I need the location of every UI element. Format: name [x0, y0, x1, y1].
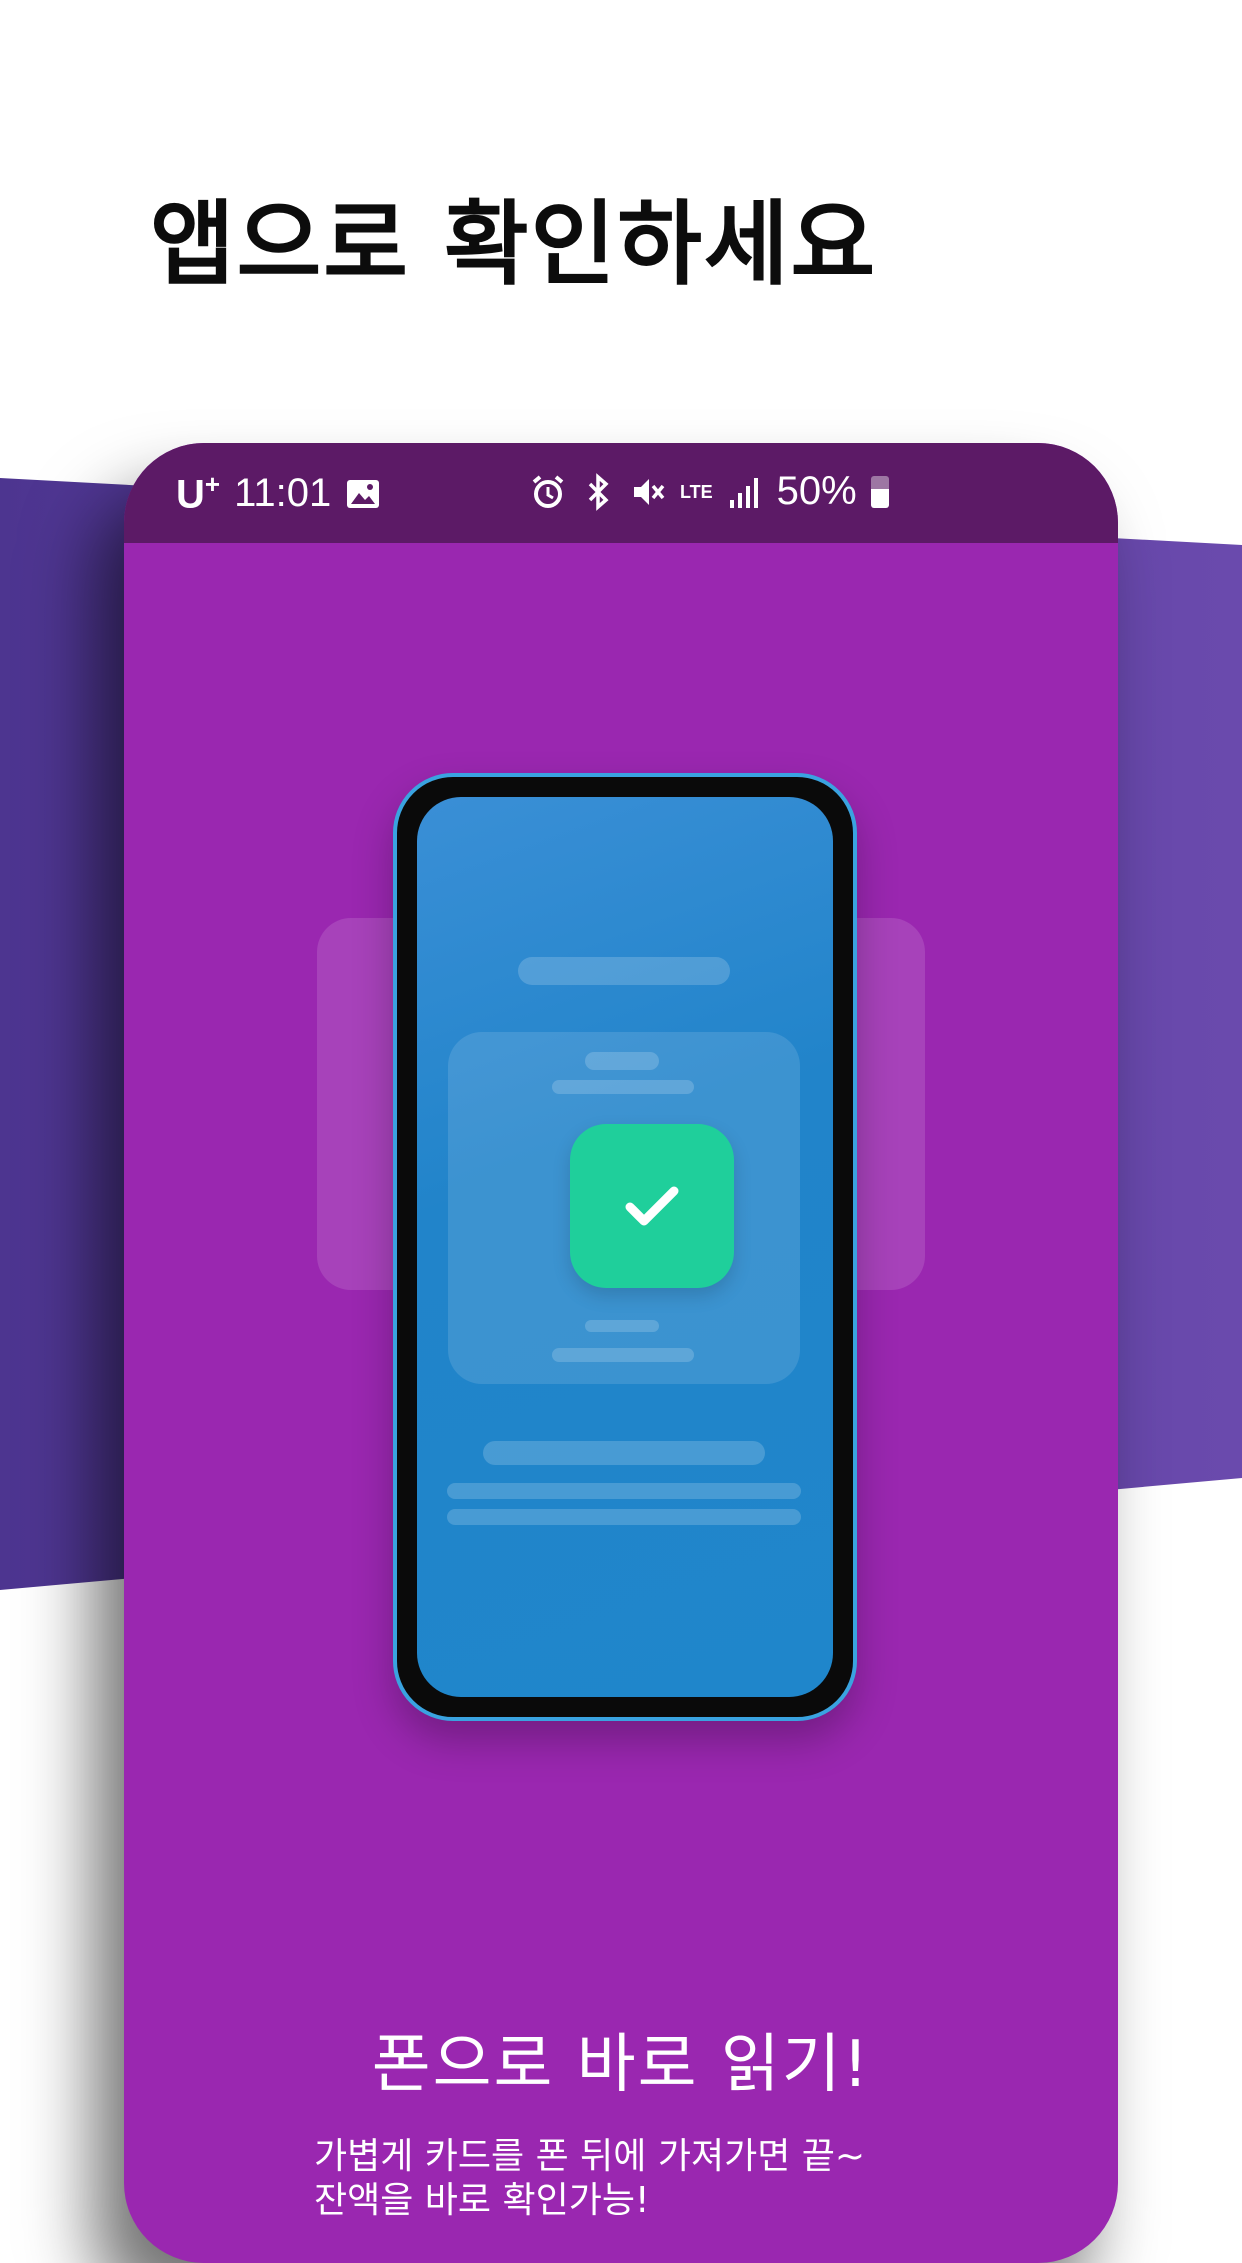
bluetooth-icon	[580, 472, 616, 512]
status-bar: U+ 11:01 LTE 50%	[124, 443, 1118, 543]
content-card	[448, 1032, 800, 1384]
feature-description: 가볍게 카드를 폰 뒤에 가져가면 끝~ 잔액을 바로 확인가능!	[314, 2136, 866, 2221]
image-icon	[345, 473, 381, 513]
page-title: 앱으로 확인하세요	[150, 191, 878, 298]
signal-icon	[727, 472, 763, 512]
phone-mockup	[393, 773, 857, 1721]
placeholder-bar	[483, 1441, 765, 1465]
placeholder-bar	[585, 1320, 659, 1332]
check-badge	[570, 1124, 734, 1288]
lte-icon: LTE	[680, 481, 713, 502]
mute-icon	[630, 472, 666, 512]
alarm-icon	[530, 472, 566, 512]
app-screenshot: U+ 11:01 LTE 50% 폰으로 바로 읽기! 가볍게 카드를 폰 뒤에…	[124, 443, 1118, 2263]
placeholder-bar	[518, 957, 730, 985]
battery-percent: 50%	[776, 469, 857, 513]
clock: 11:01	[234, 470, 332, 515]
placeholder-bar	[552, 1348, 694, 1362]
phone-screen	[417, 797, 833, 1697]
check-icon	[625, 1186, 679, 1226]
carrier-label: U+	[176, 469, 221, 517]
placeholder-bar	[447, 1509, 801, 1525]
placeholder-bar	[447, 1483, 801, 1499]
illustration	[124, 543, 1118, 1843]
battery-icon	[870, 475, 889, 508]
feature-title: 폰으로 바로 읽기!	[371, 2028, 871, 2102]
placeholder-bar	[552, 1080, 694, 1094]
placeholder-bar	[585, 1052, 659, 1070]
